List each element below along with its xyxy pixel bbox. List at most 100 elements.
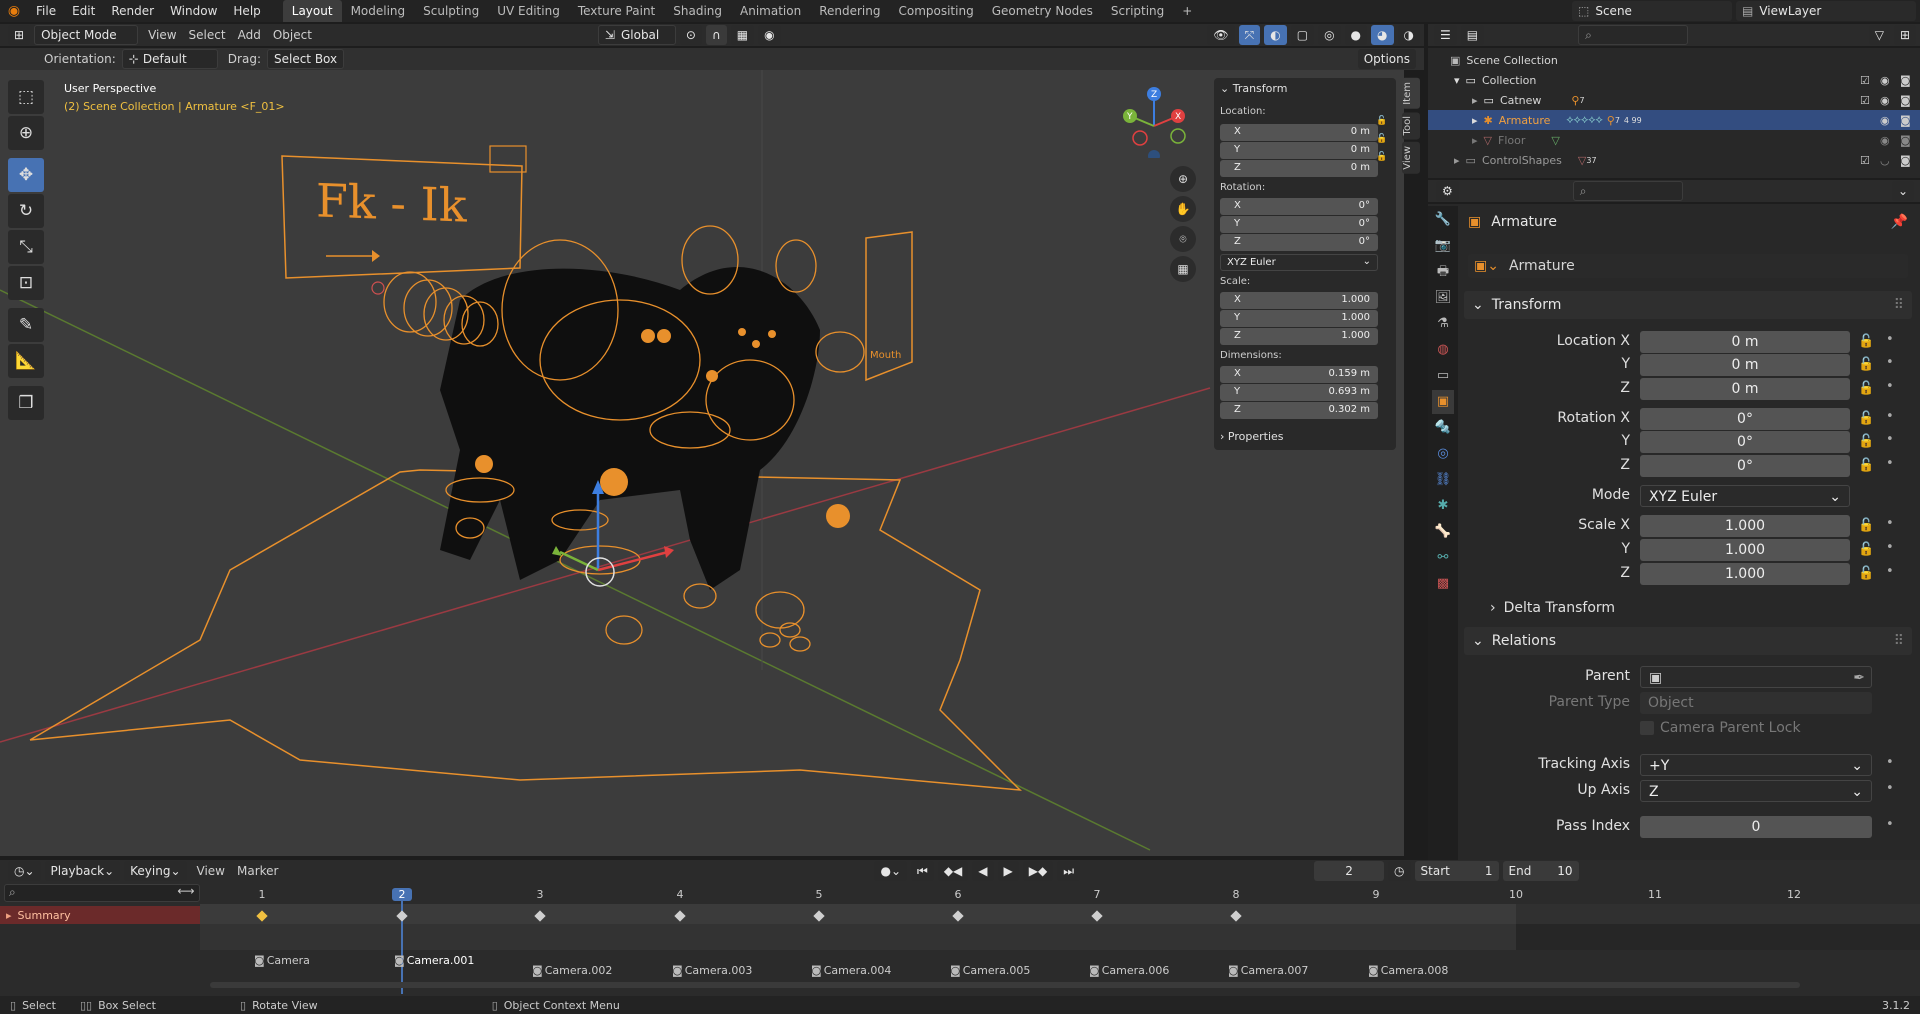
scene-selector[interactable]: ⬚ Scene — [1572, 1, 1732, 21]
tab-view[interactable]: View — [1402, 142, 1420, 174]
scale-y-field[interactable]: Y 1.000 — [1220, 310, 1378, 327]
dimension-y-field[interactable]: Y 0.693 m — [1220, 384, 1378, 401]
object-name-field[interactable]: ▣⌄ Armature — [1468, 254, 1908, 278]
rotate-tool[interactable]: ↻ — [8, 194, 44, 228]
delta-transform-subpanel[interactable]: › Delta Transform — [1490, 600, 1615, 616]
scale-y-input[interactable]: 1.000 — [1640, 539, 1850, 561]
play-reverse-button[interactable]: ◀ — [972, 861, 994, 881]
channel-search-input[interactable]: ⌕ — [4, 884, 200, 902]
tab-compositing[interactable]: Compositing — [889, 0, 982, 22]
drag-dropdown[interactable]: Select Box — [266, 49, 345, 69]
keyframe-dot-icon[interactable]: • — [1886, 332, 1894, 347]
outliner-search-input[interactable]: ⌕ — [1578, 25, 1689, 45]
lock-icon[interactable]: 🔓 — [1858, 542, 1874, 557]
constraint-tab-icon[interactable]: ⛓ — [1432, 468, 1454, 492]
eye-closed-icon[interactable]: ◡ — [1880, 154, 1890, 167]
tab-rendering[interactable]: Rendering — [810, 0, 889, 22]
parent-field[interactable]: ▣ ✒ — [1640, 666, 1872, 688]
timeline-view-menu[interactable]: View — [197, 864, 225, 878]
shading-wireframe[interactable]: ◎ — [1318, 25, 1341, 45]
tab-layout[interactable]: Layout — [282, 0, 342, 22]
location-x-input[interactable]: 0 m — [1640, 331, 1850, 353]
collection-tab-icon[interactable]: ▭ — [1432, 364, 1454, 388]
lock-icon[interactable]: 🔓 — [1858, 381, 1874, 396]
tab-sculpting[interactable]: Sculpting — [414, 0, 488, 22]
add-cube-tool[interactable]: ❒ — [8, 386, 44, 420]
menu-edit[interactable]: Edit — [64, 0, 103, 22]
camera-marker[interactable]: ◙ Camera.001 — [394, 954, 474, 967]
location-y-input[interactable]: 0 m — [1640, 354, 1850, 376]
properties-search-input[interactable]: ⌕ — [1572, 181, 1683, 201]
keyframe-dot-icon[interactable]: • — [1886, 456, 1894, 471]
camera-marker[interactable]: ◙ Camera.007 — [1228, 964, 1308, 977]
lock-icon[interactable]: 🔓 — [1376, 116, 1387, 126]
timeline-scrollbar[interactable] — [210, 982, 1800, 988]
preview-range-toggle[interactable]: ◷ — [1388, 861, 1411, 881]
view-layer-selector[interactable]: ▤ ViewLayer — [1736, 1, 1916, 21]
pivot-dropdown[interactable]: ⊙ — [679, 25, 702, 45]
tracking-axis-select[interactable]: +Y ⌄ — [1640, 754, 1872, 776]
view-menu[interactable]: View — [148, 28, 176, 42]
rotation-mode-dropdown[interactable]: XYZ Euler ⌄ — [1220, 254, 1378, 271]
overlay-toggle[interactable]: ◐ — [1264, 25, 1287, 45]
annotate-tool[interactable]: ✎ — [8, 308, 44, 342]
play-button[interactable]: ▶ — [997, 861, 1019, 881]
select-box-tool[interactable]: ⬚ — [8, 80, 44, 114]
filter-dropdown[interactable]: ▽ — [1868, 25, 1890, 45]
drag-handle-icon[interactable]: ⠿ — [1894, 633, 1904, 649]
pass-index-input[interactable]: 0 — [1640, 816, 1872, 838]
location-z-field[interactable]: Z 0 m — [1220, 160, 1378, 177]
eye-icon[interactable]: ◉ — [1880, 74, 1890, 87]
jump-end-button[interactable]: ⏭ — [1057, 861, 1081, 881]
tab-uv-editing[interactable]: UV Editing — [488, 0, 569, 22]
blender-logo-icon[interactable]: ◉ — [0, 3, 28, 19]
checkbox-icon[interactable]: ☑ — [1860, 94, 1870, 107]
outliner-row-collection[interactable]: ▾ ▭ Collection ☑ ◉ ◙ — [1428, 70, 1920, 90]
visibility-dropdown[interactable]: 👁 — [1207, 25, 1235, 45]
pan-hand-icon[interactable]: ✋ — [1170, 196, 1196, 222]
options-dropdown[interactable]: Options — [1357, 49, 1416, 69]
camera-icon[interactable]: ◙ — [1900, 134, 1911, 147]
rotation-z-field[interactable]: Z 0° — [1220, 234, 1378, 251]
bone-tab-icon[interactable]: 🦴 — [1432, 520, 1454, 544]
only-show-selected-icon[interactable]: ⟷ — [176, 884, 196, 902]
keyframe-dot-icon[interactable]: • — [1886, 379, 1894, 394]
keyframe-dot-icon[interactable]: • — [1886, 432, 1894, 447]
tab-geometry-nodes[interactable]: Geometry Nodes — [983, 0, 1102, 22]
menu-file[interactable]: File — [28, 0, 64, 22]
scale-x-field[interactable]: X 1.000 — [1220, 292, 1378, 309]
view-layer-tab-icon[interactable]: 🖼 — [1432, 286, 1454, 310]
properties-subpanel[interactable]: › Properties — [1220, 430, 1284, 443]
location-y-field[interactable]: Y 0 m — [1220, 142, 1378, 159]
eyedropper-icon[interactable]: ✒ — [1853, 667, 1865, 689]
shading-material[interactable]: ◕ — [1371, 25, 1394, 45]
lock-icon[interactable]: 🔓 — [1376, 152, 1387, 162]
texture-tab-icon[interactable]: ▩ — [1432, 572, 1454, 596]
lock-icon[interactable]: 🔓 — [1858, 434, 1874, 449]
keyframe-dot-icon[interactable]: • — [1886, 781, 1894, 796]
armature-data-tab-icon[interactable]: ✱ — [1432, 494, 1454, 518]
rotation-mode-select[interactable]: XYZ Euler ⌄ — [1640, 485, 1850, 507]
playback-menu[interactable]: Playback ⌄ — [44, 861, 121, 881]
outliner-row-catnew[interactable]: ▸ ▭ Catnew ⚲ 7 ☑ ◉ ◙ — [1428, 90, 1920, 110]
tab-texture-paint[interactable]: Texture Paint — [569, 0, 664, 22]
rotation-z-input[interactable]: 0° — [1640, 455, 1850, 477]
scale-x-input[interactable]: 1.000 — [1640, 515, 1850, 537]
relations-panel-header[interactable]: ⌄ Relations ⠿ — [1464, 627, 1912, 655]
camera-marker[interactable]: ◙ Camera.002 — [532, 964, 612, 977]
tab-modeling[interactable]: Modeling — [342, 0, 415, 22]
eye-icon[interactable]: ◉ — [1880, 94, 1890, 107]
prev-keyframe-button[interactable]: ◆◀ — [937, 861, 969, 881]
parent-type-select[interactable]: Object — [1640, 692, 1872, 714]
physics-tab-icon[interactable]: ◎ — [1432, 442, 1454, 466]
transform-panel-header[interactable]: ⌄ Transform ⠿ — [1464, 291, 1912, 319]
drag-handle-icon[interactable]: ⠿ — [1894, 297, 1904, 313]
camera-marker[interactable]: ◙ Camera.008 — [1368, 964, 1448, 977]
camera-marker[interactable]: ◙ Camera — [254, 954, 310, 967]
keyframe-dot-icon[interactable]: • — [1886, 564, 1894, 579]
menu-render[interactable]: Render — [103, 0, 162, 22]
keyframe-dot-icon[interactable]: • — [1886, 755, 1894, 770]
camera-icon[interactable]: ◙ — [1900, 114, 1911, 127]
camera-icon[interactable]: ◙ — [1900, 74, 1911, 87]
camera-marker[interactable]: ◙ Camera.003 — [672, 964, 752, 977]
